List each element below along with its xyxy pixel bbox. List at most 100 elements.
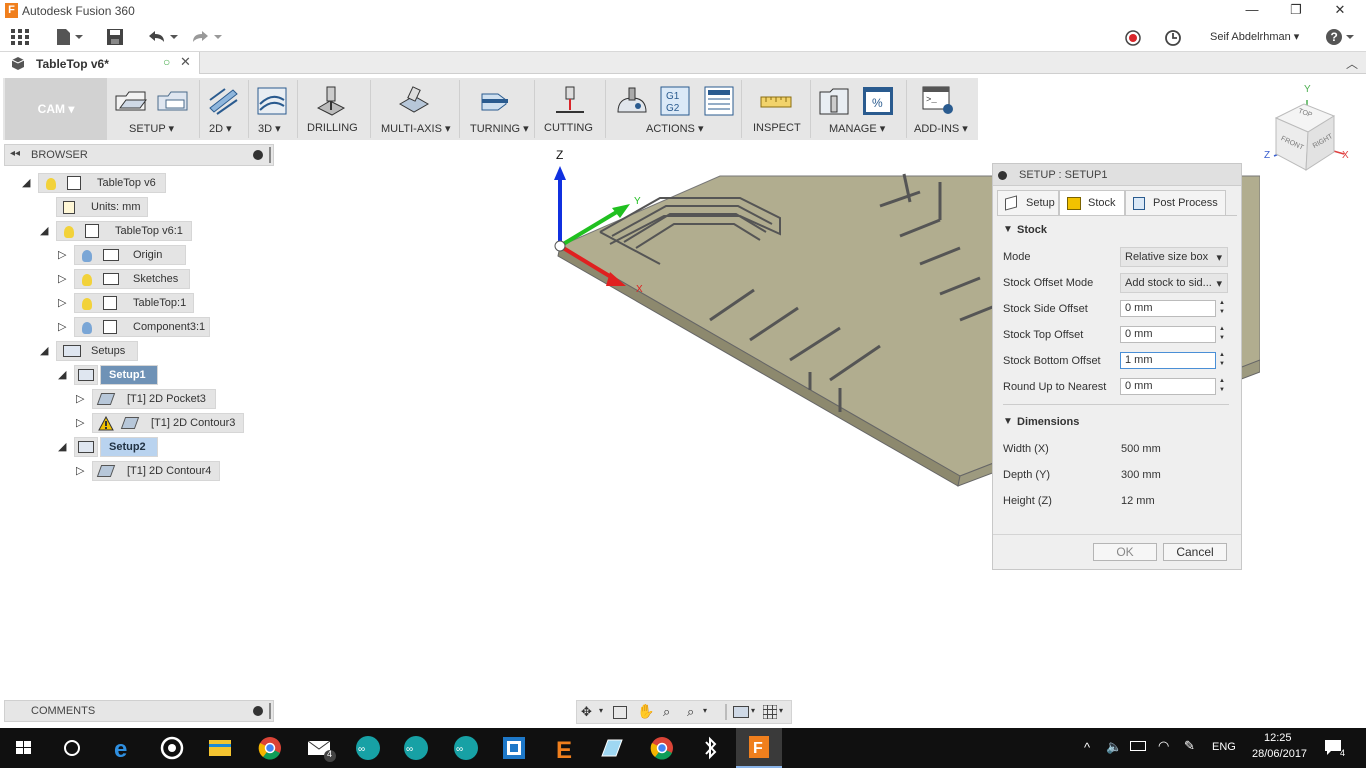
template-library-icon[interactable]: % <box>862 86 894 119</box>
tree-node-component3[interactable]: Component3:1 <box>74 317 210 337</box>
expand-triangle-icon[interactable]: ◢ <box>40 224 48 237</box>
post-process-g1g2-icon[interactable]: G1 G2 <box>660 86 690 119</box>
3d-toolpath-icon[interactable] <box>256 86 288 119</box>
clock-date[interactable]: 28/06/2017 <box>1252 748 1307 760</box>
expand-triangle-icon[interactable]: ◢ <box>22 176 30 189</box>
add-comment-icon[interactable] <box>253 706 263 716</box>
media-app-icon[interactable] <box>152 732 192 764</box>
browser-options-icon[interactable] <box>253 150 263 160</box>
stock-offset-mode-select[interactable]: Add stock to sid... ▾ <box>1120 273 1228 293</box>
tree-node-setup1[interactable]: Setup1 <box>100 365 158 385</box>
expand-triangle-icon[interactable]: ▷ <box>76 416 84 429</box>
display-dropdown-icon[interactable]: ▾ <box>751 706 755 715</box>
orbit-icon[interactable]: ✥ <box>581 704 592 720</box>
job-status-clock-icon[interactable] <box>1164 29 1182 50</box>
stock-side-offset-input[interactable]: 0 mm <box>1120 300 1216 317</box>
wifi-icon[interactable]: ◠ <box>1158 738 1169 754</box>
undo-icon[interactable] <box>146 28 180 50</box>
stock-bottom-offset-spinner[interactable]: ▲ ▼ <box>1219 351 1225 369</box>
look-at-icon[interactable] <box>613 706 627 719</box>
comments-panel[interactable]: COMMENTS <box>4 700 274 722</box>
start-button[interactable] <box>4 732 44 764</box>
ribbon-group-inspect[interactable]: INSPECT <box>753 122 801 134</box>
zoom-dropdown-icon[interactable]: ▾ <box>703 706 707 715</box>
cancel-button[interactable]: Cancel <box>1163 543 1227 561</box>
expand-triangle-icon[interactable]: ◢ <box>40 344 48 357</box>
arduino-icon[interactable]: ∞ <box>348 732 388 764</box>
visibility-bulb-icon[interactable] <box>82 250 92 262</box>
ribbon-group-add-ins[interactable]: ADD-INS ▾ <box>914 122 968 135</box>
stock-side-offset-spinner[interactable]: ▲ ▼ <box>1219 299 1225 317</box>
tree-node-setup2[interactable]: Setup2 <box>100 437 158 457</box>
mode-select[interactable]: Relative size box ▾ <box>1120 247 1228 267</box>
fit-zoom-icon[interactable]: ⌕ <box>687 704 694 720</box>
ribbon-group-multi-axis[interactable]: MULTI-AXIS ▾ <box>381 122 451 135</box>
file-menu-icon[interactable] <box>55 28 83 50</box>
scripts-addins-icon[interactable]: >_ <box>922 86 956 119</box>
tree-node-body[interactable]: TableTop:1 <box>74 293 194 313</box>
minimize-button[interactable]: — <box>1232 2 1272 20</box>
orbit-dropdown-icon[interactable]: ▾ <box>599 706 603 715</box>
ribbon-group-3d[interactable]: 3D ▾ <box>258 122 281 135</box>
simulate-icon[interactable] <box>616 86 648 119</box>
expand-triangle-icon[interactable]: ▷ <box>76 392 84 405</box>
expand-triangle-icon[interactable]: ◢ <box>58 440 66 453</box>
chrome-icon[interactable] <box>642 732 682 764</box>
tree-node-contour3[interactable]: [T1] 2D Contour3 <box>92 413 244 433</box>
grid-settings-icon[interactable] <box>762 704 778 722</box>
grid-dropdown-icon[interactable]: ▾ <box>779 706 783 715</box>
data-panel-grid-icon[interactable] <box>10 28 30 50</box>
pan-hand-icon[interactable]: ✋ <box>637 703 654 720</box>
app-bracket-icon[interactable] <box>494 732 534 764</box>
ribbon-group-setup[interactable]: SETUP ▾ <box>129 122 174 135</box>
record-icon[interactable] <box>1124 29 1142 50</box>
setup1-icon-cell[interactable] <box>74 365 98 385</box>
display-settings-icon[interactable] <box>733 706 749 718</box>
stock-bottom-offset-input[interactable]: 1 mm <box>1120 352 1216 369</box>
close-tab-icon[interactable]: ✕ <box>180 54 191 70</box>
ok-button[interactable]: OK <box>1093 543 1157 561</box>
visibility-bulb-icon[interactable] <box>46 178 56 190</box>
browser-header[interactable]: ◂◂ BROWSER <box>4 144 274 166</box>
close-button[interactable]: ✕ <box>1320 2 1360 20</box>
mail-icon[interactable]: 4 <box>300 732 340 764</box>
help-icon[interactable]: ? <box>1325 28 1355 49</box>
tree-node-component[interactable]: TableTop v6:1 <box>56 221 192 241</box>
comments-pin-icon[interactable] <box>269 703 271 719</box>
stock-top-offset-spinner[interactable]: ▲ ▼ <box>1219 325 1225 343</box>
ribbon-group-manage[interactable]: MANAGE ▾ <box>829 122 885 135</box>
collapse-browser-icon[interactable]: ◂◂ <box>10 148 20 159</box>
ribbon-group-actions[interactable]: ACTIONS ▾ <box>646 122 703 135</box>
tree-node-units[interactable]: Units: mm <box>56 197 148 217</box>
arduino-icon[interactable]: ∞ <box>396 732 436 764</box>
round-up-input[interactable]: 0 mm <box>1120 378 1216 395</box>
expand-triangle-icon[interactable]: ▷ <box>58 296 66 309</box>
setup-folder-icon[interactable] <box>156 86 190 117</box>
tree-node-root[interactable]: TableTop v6 <box>38 173 166 193</box>
file-explorer-icon[interactable] <box>200 732 240 764</box>
save-icon[interactable] <box>106 28 124 50</box>
pen-workspace-icon[interactable]: ✎ <box>1184 738 1195 754</box>
language-indicator[interactable]: ENG <box>1212 741 1236 753</box>
expand-triangle-icon[interactable]: ▷ <box>58 320 66 333</box>
visibility-bulb-icon[interactable] <box>82 322 92 334</box>
setup2-icon-cell[interactable] <box>74 437 98 457</box>
setup-sheet-icon[interactable] <box>704 86 734 119</box>
clock-time[interactable]: 12:25 <box>1264 732 1292 744</box>
zoom-icon[interactable]: ⌕ <box>663 704 670 720</box>
visibility-bulb-icon[interactable] <box>82 274 92 286</box>
collapse-tabs-chevron-icon[interactable]: ︿ <box>1346 55 1358 72</box>
eagle-app-icon[interactable]: E <box>544 732 584 764</box>
ribbon-group-turning[interactable]: TURNING ▾ <box>470 122 529 135</box>
visibility-bulb-icon[interactable] <box>82 298 92 310</box>
tree-node-pocket3[interactable]: [T1] 2D Pocket3 <box>92 389 216 409</box>
ribbon-group-cutting[interactable]: CUTTING <box>544 122 593 134</box>
expand-triangle-icon[interactable]: ▷ <box>58 272 66 285</box>
bluetooth-app-icon[interactable] <box>690 732 730 764</box>
tree-node-sketches[interactable]: Sketches <box>74 269 190 289</box>
section-collapse-icon[interactable]: ▼ <box>1003 224 1013 235</box>
expand-triangle-icon[interactable]: ◢ <box>58 368 66 381</box>
expand-triangle-icon[interactable]: ▷ <box>58 248 66 261</box>
tab-setup[interactable]: Setup <box>997 190 1059 216</box>
show-hidden-icons-chevron-icon[interactable]: ^ <box>1084 740 1090 755</box>
